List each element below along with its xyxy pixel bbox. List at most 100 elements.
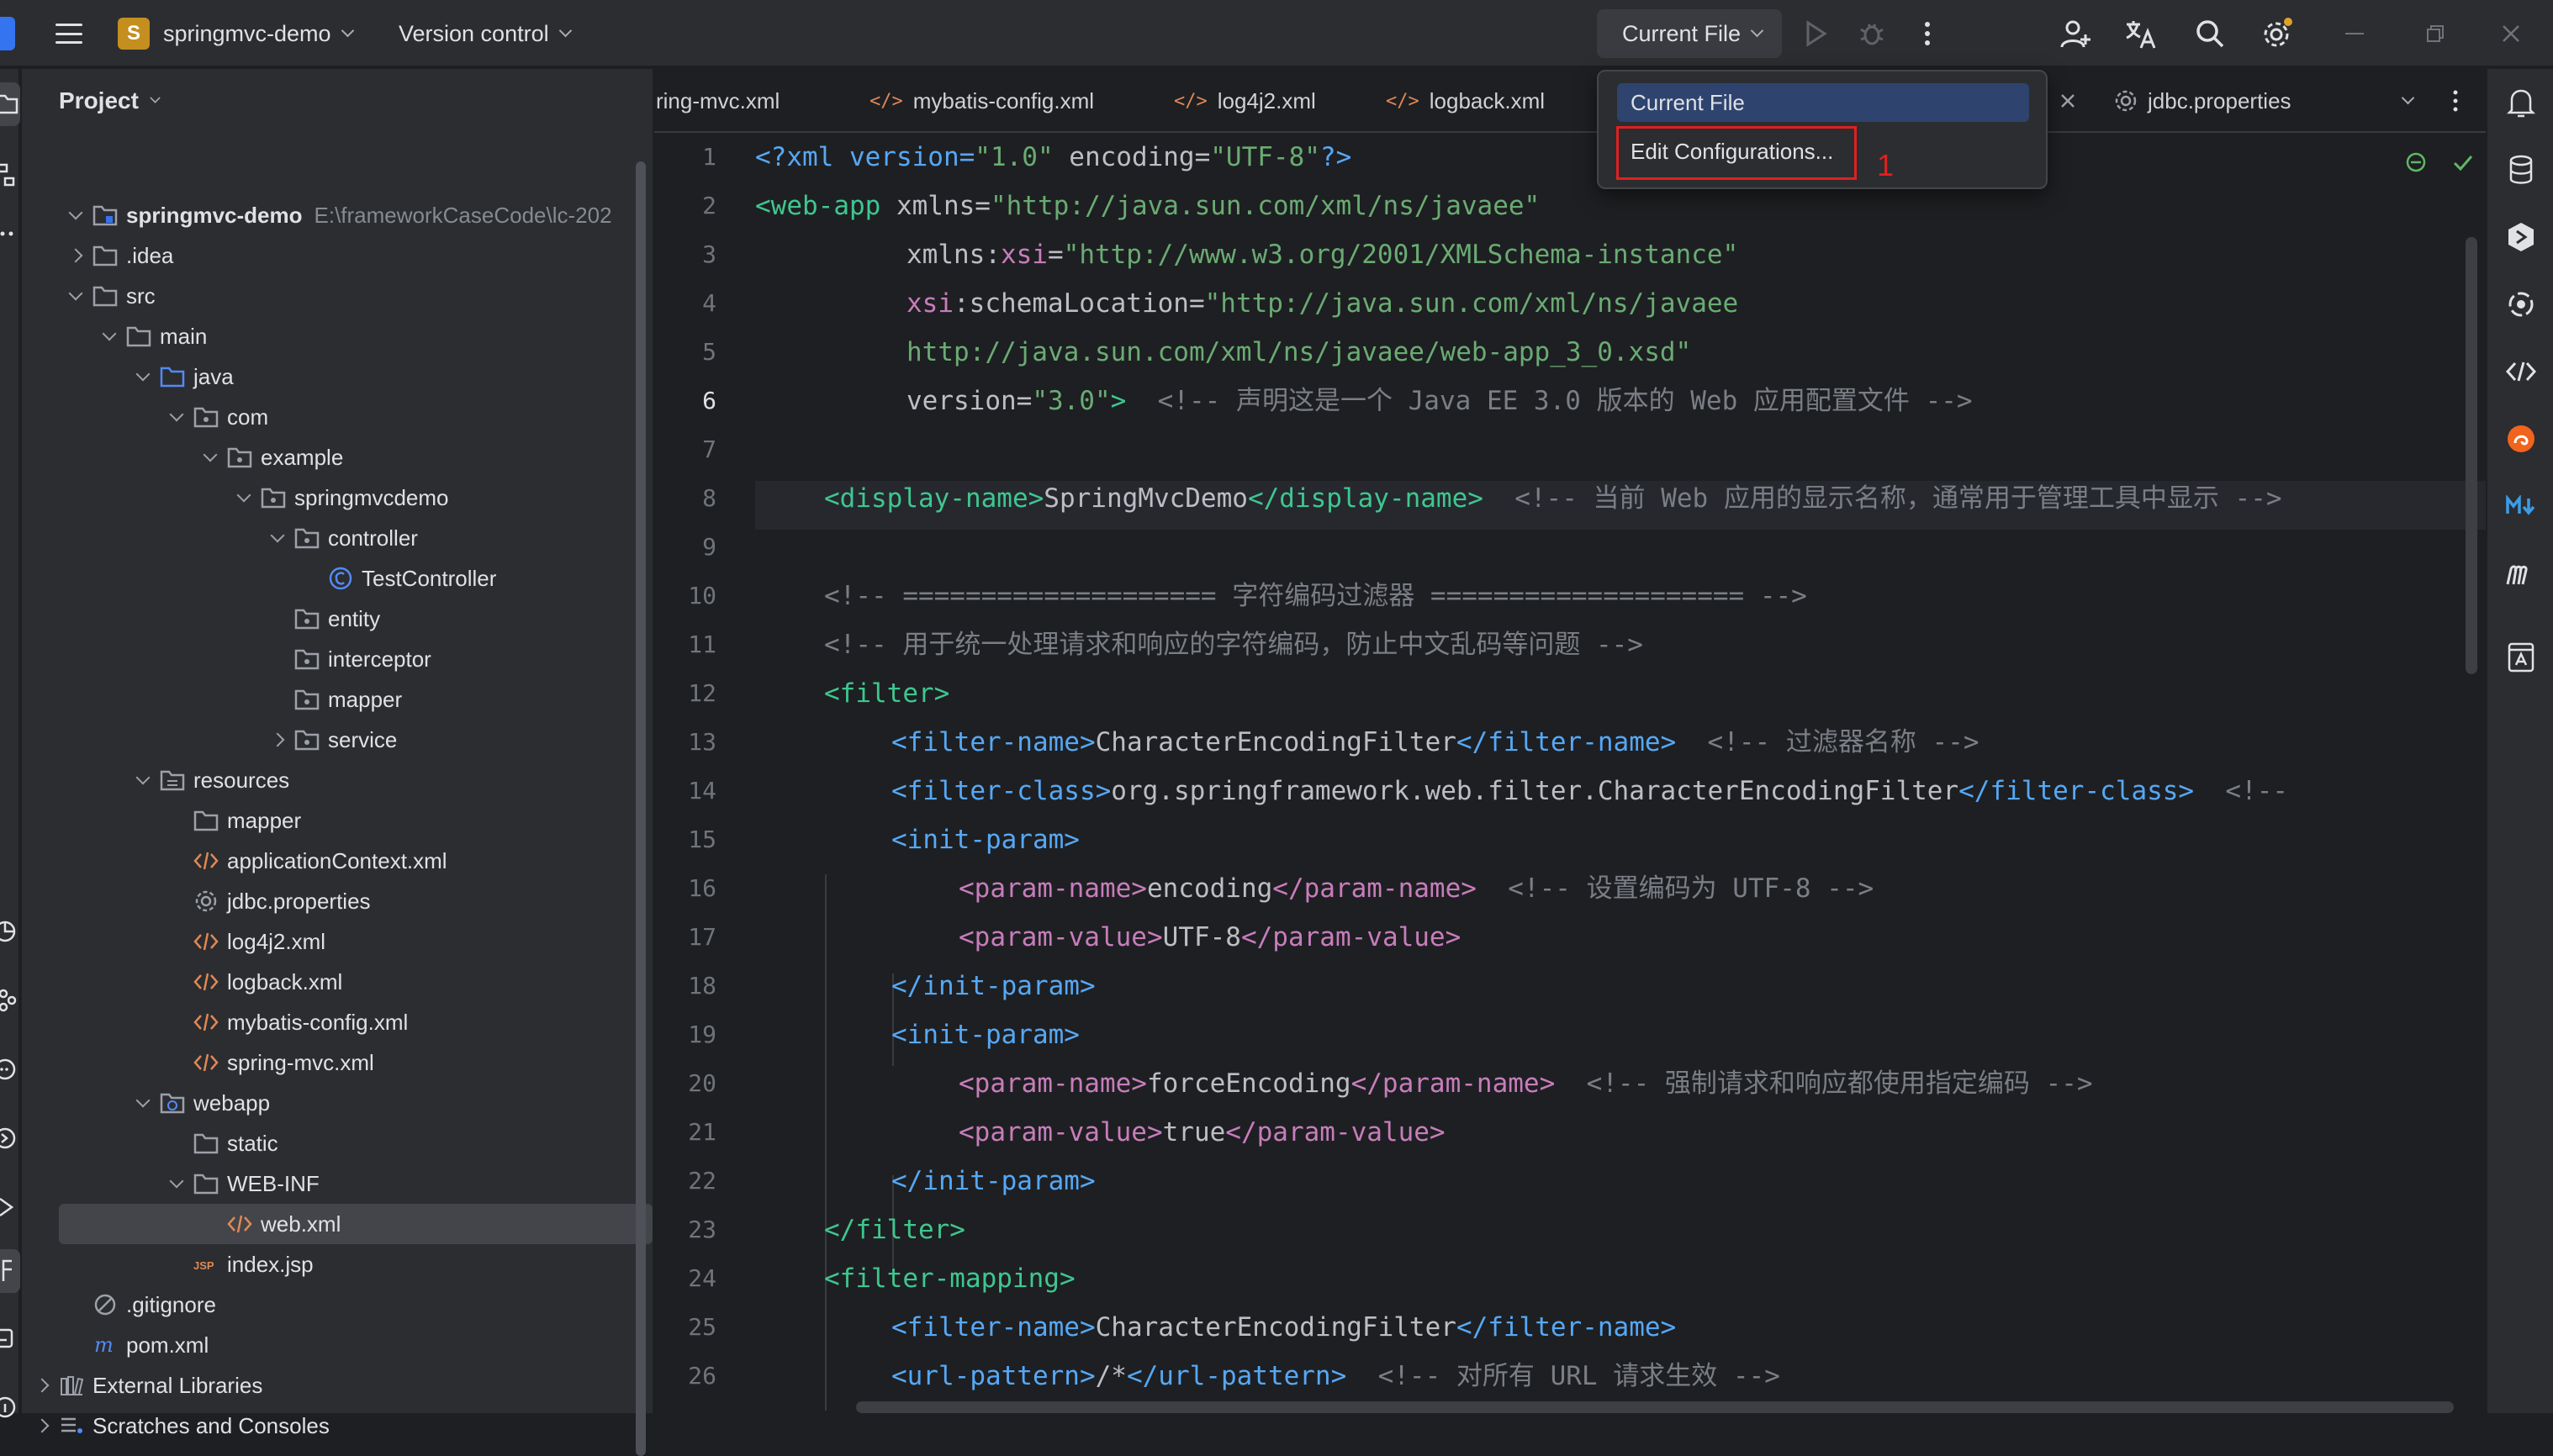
project-panel-scrollbar[interactable] (636, 161, 646, 1456)
database-button[interactable] (2499, 148, 2543, 192)
project-switcher[interactable]: S springmvc-demo (118, 0, 354, 67)
tab-logback[interactable]: </> logback.xml (1386, 69, 1545, 131)
more-tools-button[interactable] (0, 212, 20, 256)
version-control-menu[interactable]: Version control (399, 0, 572, 67)
tree-item[interactable]: m pom.xml (22, 1325, 631, 1365)
title-bar: S springmvc-demo Version control Current… (0, 0, 2553, 67)
expand-arrow-icon[interactable] (193, 447, 227, 462)
expand-arrow-icon[interactable] (227, 488, 261, 503)
tree-item[interactable]: External Libraries (22, 1365, 631, 1406)
endpoints-tool-button[interactable] (0, 1116, 20, 1160)
tree-item[interactable]: controller (22, 518, 631, 558)
tree-item[interactable]: web.xml (59, 1204, 653, 1244)
run-tool-button[interactable] (0, 1185, 20, 1229)
tabs-dropdown-button[interactable] (2401, 69, 2415, 131)
code-line-25: <filter-name>CharacterEncodingFilter</fi… (891, 1312, 1677, 1343)
maximize-button[interactable] (2410, 0, 2460, 67)
expand-arrow-icon[interactable] (160, 1174, 193, 1189)
tab-jdbc-properties[interactable]: jdbc.properties (2114, 69, 2291, 131)
expand-arrow-icon[interactable] (25, 1378, 59, 1393)
plugin-button[interactable] (2499, 215, 2543, 259)
expand-arrow-icon[interactable] (59, 248, 92, 263)
main-menu-button[interactable] (49, 0, 89, 67)
tree-item[interactable]: webapp (22, 1083, 631, 1123)
editor-horizontal-scrollbar[interactable] (856, 1401, 2454, 1413)
tabs-more-button[interactable] (2452, 69, 2459, 131)
tree-item[interactable]: service (22, 720, 631, 760)
tree-item[interactable]: main (22, 316, 631, 356)
notifications-button[interactable] (2499, 81, 2543, 124)
more-actions-button[interactable] (1911, 17, 1944, 50)
translate-button[interactable] (2124, 17, 2158, 50)
tree-item[interactable]: log4j2.xml (22, 921, 631, 962)
project-panel-header[interactable]: Project (59, 87, 161, 114)
tree-item[interactable]: jdbc.properties (22, 881, 631, 921)
tree-item[interactable]: entity (22, 599, 631, 639)
run-config-selector[interactable]: Current File (1597, 9, 1782, 58)
code-view-button[interactable] (2499, 350, 2543, 393)
settings-button[interactable] (2260, 17, 2294, 50)
translation-panel-button[interactable] (2499, 636, 2543, 679)
tab-log4j2[interactable]: </> log4j2.xml (1174, 69, 1316, 131)
check-icon[interactable] (2450, 150, 2476, 175)
ai-assistant-button[interactable] (2499, 282, 2543, 326)
package-icon (294, 606, 320, 631)
menu-item-current-file[interactable]: Current File (1617, 83, 2029, 122)
tree-item-root[interactable]: springmvc-demo E:\frameworkCaseCode\lc-2… (22, 195, 631, 235)
expand-arrow-icon[interactable] (25, 1418, 59, 1433)
tree-item[interactable]: spring-mvc.xml (22, 1042, 631, 1083)
tree-item[interactable]: java (22, 356, 631, 397)
tree-item[interactable]: com (22, 397, 631, 437)
minimize-button[interactable] (2329, 0, 2380, 67)
code-with-me-button[interactable] (2059, 17, 2092, 50)
tree-item[interactable]: src (22, 276, 631, 316)
markdown-button[interactable] (2499, 484, 2543, 528)
tree-item[interactable]: TestController (22, 558, 631, 599)
editor-vertical-scrollbar[interactable] (2466, 237, 2477, 674)
tree-item[interactable]: JSP index.jsp (22, 1244, 631, 1285)
tab-spring-mvc[interactable]: ring-mvc.xml (656, 69, 780, 131)
tree-item[interactable]: .gitignore (22, 1285, 631, 1325)
code-area[interactable]: <?xml version="1.0" encoding="UTF-8"?> <… (755, 133, 2486, 1413)
expand-arrow-icon[interactable] (126, 1093, 160, 1108)
plugins-tool-button[interactable] (0, 979, 20, 1022)
tree-item[interactable]: interceptor (22, 639, 631, 679)
tree-item[interactable]: mapper (22, 679, 631, 720)
expand-arrow-icon[interactable] (92, 326, 126, 341)
info-icon (0, 1396, 16, 1418)
close-tab-button[interactable] (2060, 69, 2075, 131)
tree-item[interactable]: Scratches and Consoles (22, 1406, 631, 1446)
tree-item[interactable]: .idea (22, 235, 631, 276)
inspection-icon[interactable] (2403, 150, 2429, 175)
app-logo-icon (0, 0, 20, 67)
tree-item[interactable]: static (22, 1123, 631, 1163)
tab-mybatis-config[interactable]: </> mybatis-config.xml (870, 69, 1094, 131)
tree-item[interactable]: mapper (22, 800, 631, 841)
structure-tool-button[interactable] (0, 153, 20, 197)
terminal-tool-button[interactable] (0, 1047, 20, 1091)
expand-arrow-icon[interactable] (59, 286, 92, 301)
project-tool-button[interactable] (0, 82, 20, 126)
tree-item[interactable]: resources (22, 760, 631, 800)
expand-arrow-icon[interactable] (160, 407, 193, 422)
tree-item[interactable]: logback.xml (22, 962, 631, 1002)
tree-item[interactable]: mybatis-config.xml (22, 1002, 631, 1042)
run-button[interactable] (1800, 17, 1833, 50)
debug-button[interactable] (1855, 17, 1889, 50)
tree-item[interactable]: springmvcdemo (22, 477, 631, 518)
expand-arrow-icon[interactable] (126, 770, 160, 785)
maven-button[interactable] (2499, 551, 2543, 595)
git-tool-button[interactable] (0, 1249, 20, 1293)
expand-arrow-icon[interactable] (261, 528, 294, 543)
problems-tool-button[interactable] (0, 1316, 20, 1360)
expand-arrow-icon[interactable] (126, 367, 160, 382)
tree-item[interactable]: applicationContext.xml (22, 841, 631, 881)
todo-tool-button[interactable] (0, 1385, 20, 1429)
services-tool-button[interactable] (0, 910, 20, 953)
orange-plugin-button[interactable] (2499, 417, 2543, 461)
expand-arrow-icon[interactable] (261, 732, 294, 747)
search-button[interactable] (2193, 17, 2227, 50)
tree-item[interactable]: WEB-INF (22, 1163, 631, 1204)
tree-item[interactable]: example (22, 437, 631, 477)
close-window-button[interactable] (2486, 0, 2536, 67)
